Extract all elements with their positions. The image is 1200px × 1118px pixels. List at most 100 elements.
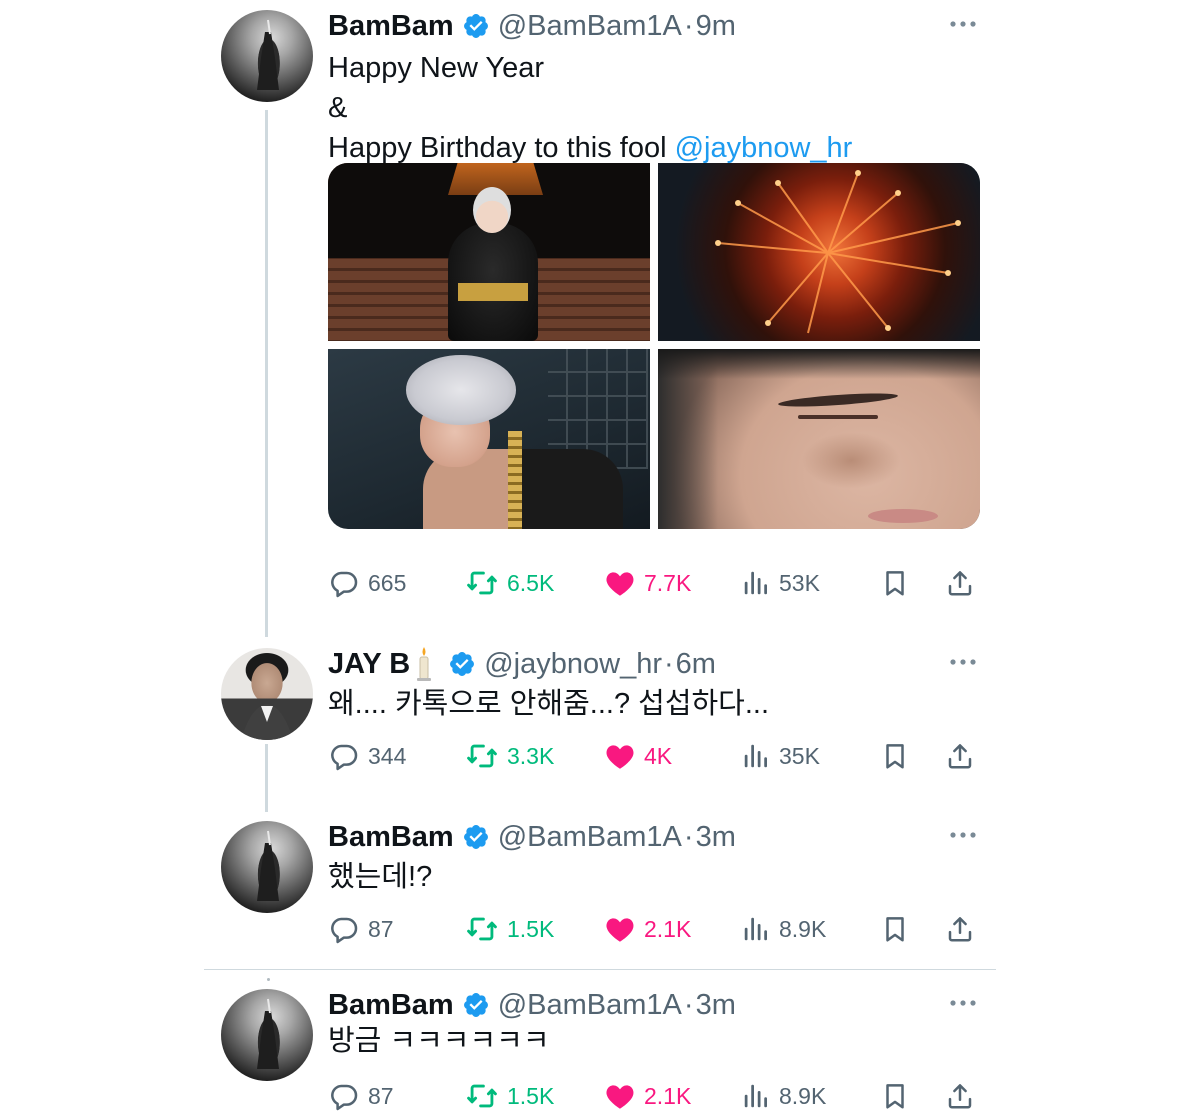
display-name[interactable]: JAY B bbox=[328, 648, 410, 681]
tweet-header: BamBam @BamBam1A · 3m bbox=[328, 815, 736, 859]
more-options-icon[interactable] bbox=[946, 14, 980, 34]
timestamp[interactable]: 3m bbox=[696, 821, 736, 854]
more-options-icon[interactable] bbox=[946, 825, 980, 845]
views-count: 8.9K bbox=[779, 915, 827, 942]
user-handle[interactable]: @jaybnow_hr bbox=[484, 648, 662, 681]
bookmark-icon bbox=[880, 741, 910, 771]
tweet-text-line: & bbox=[328, 92, 348, 124]
media-photo[interactable] bbox=[658, 163, 980, 341]
verified-badge-icon bbox=[448, 650, 476, 678]
bookmark-button[interactable] bbox=[880, 739, 910, 773]
bookmark-icon bbox=[880, 1081, 910, 1111]
retweet-button[interactable]: 6.5K bbox=[465, 566, 554, 600]
display-name[interactable]: BamBam bbox=[328, 821, 454, 854]
candle-icon bbox=[417, 647, 432, 681]
heart-icon bbox=[604, 740, 636, 772]
reply-icon bbox=[328, 913, 360, 945]
mention-link[interactable]: @jaybnow_hr bbox=[675, 132, 853, 164]
heart-icon bbox=[604, 567, 636, 599]
share-icon bbox=[945, 1081, 975, 1111]
user-handle[interactable]: @BamBam1A bbox=[498, 10, 682, 43]
action-bar: 665 6.5K 7.7K 53K bbox=[328, 566, 980, 600]
reply-icon bbox=[328, 1080, 360, 1112]
display-name[interactable]: BamBam bbox=[328, 10, 454, 43]
verified-badge-icon bbox=[462, 991, 490, 1019]
avatar[interactable] bbox=[221, 821, 313, 913]
separator: · bbox=[683, 820, 694, 853]
reply-button[interactable]: 87 bbox=[328, 1079, 394, 1113]
reply-button[interactable]: 344 bbox=[328, 739, 406, 773]
action-bar: 87 1.5K 2.1K 8.9K bbox=[328, 1079, 980, 1113]
bookmark-button[interactable] bbox=[880, 1079, 910, 1113]
like-button[interactable]: 2.1K bbox=[604, 912, 691, 946]
thread-dot bbox=[267, 978, 270, 981]
share-button[interactable] bbox=[945, 739, 975, 773]
retweet-count: 1.5K bbox=[507, 1082, 555, 1109]
views-icon bbox=[741, 568, 771, 598]
user-handle[interactable]: @BamBam1A bbox=[498, 821, 682, 854]
action-bar: 344 3.3K 4K 35K bbox=[328, 739, 980, 773]
bookmark-icon bbox=[880, 568, 910, 598]
separator: · bbox=[664, 647, 674, 680]
views-button[interactable]: 8.9K bbox=[741, 912, 826, 946]
media-photo[interactable] bbox=[328, 163, 650, 341]
avatar[interactable] bbox=[221, 648, 313, 740]
views-icon bbox=[741, 1081, 771, 1111]
reply-icon bbox=[328, 740, 360, 772]
like-count: 4K bbox=[644, 742, 673, 769]
tweet-header: JAY B @jaybnow_hr · 6m bbox=[328, 642, 716, 686]
media-grid bbox=[328, 163, 980, 529]
views-icon bbox=[741, 741, 771, 771]
media-photo[interactable] bbox=[328, 349, 650, 529]
timestamp[interactable]: 3m bbox=[696, 989, 736, 1022]
retweet-button[interactable]: 3.3K bbox=[465, 739, 554, 773]
tweet-text: 했는데!? bbox=[328, 861, 433, 893]
retweet-icon bbox=[465, 739, 499, 773]
like-button[interactable]: 2.1K bbox=[604, 1079, 691, 1113]
reply-button[interactable]: 665 bbox=[328, 566, 406, 600]
reply-button[interactable]: 87 bbox=[328, 912, 394, 946]
reply-count: 665 bbox=[368, 569, 407, 596]
separator: · bbox=[683, 9, 694, 42]
more-options-icon[interactable] bbox=[946, 993, 980, 1013]
like-count: 7.7K bbox=[644, 569, 692, 596]
share-button[interactable] bbox=[945, 566, 975, 600]
views-button[interactable]: 8.9K bbox=[741, 1079, 826, 1113]
separator: · bbox=[683, 988, 694, 1021]
media-photo[interactable] bbox=[658, 349, 980, 529]
timestamp[interactable]: 6m bbox=[676, 648, 716, 681]
retweet-count: 6.5K bbox=[507, 569, 555, 596]
tweet-text-line: Happy New Year bbox=[328, 52, 545, 84]
thread-connector-line bbox=[265, 110, 268, 637]
views-count: 53K bbox=[779, 569, 820, 596]
reply-count: 87 bbox=[368, 915, 394, 942]
share-button[interactable] bbox=[945, 912, 975, 946]
user-handle[interactable]: @BamBam1A bbox=[498, 989, 682, 1022]
more-options-icon[interactable] bbox=[946, 652, 980, 672]
tweet-text: 방금 ㅋㅋㅋㅋㅋㅋ bbox=[328, 1025, 550, 1057]
avatar[interactable] bbox=[221, 10, 313, 102]
retweet-count: 1.5K bbox=[507, 915, 555, 942]
heart-icon bbox=[604, 913, 636, 945]
share-icon bbox=[945, 568, 975, 598]
bookmark-button[interactable] bbox=[880, 566, 910, 600]
timestamp[interactable]: 9m bbox=[696, 10, 736, 43]
bookmark-button[interactable] bbox=[880, 912, 910, 946]
tweet-header: BamBam @BamBam1A · 9m bbox=[328, 4, 736, 48]
views-button[interactable]: 53K bbox=[741, 566, 820, 600]
reply-count: 344 bbox=[368, 742, 407, 769]
share-button[interactable] bbox=[945, 1079, 975, 1113]
verified-badge-icon bbox=[462, 12, 490, 40]
like-button[interactable]: 4K bbox=[604, 739, 672, 773]
views-count: 35K bbox=[779, 742, 820, 769]
avatar[interactable] bbox=[221, 989, 313, 1081]
retweet-button[interactable]: 1.5K bbox=[465, 1079, 554, 1113]
retweet-icon bbox=[465, 912, 499, 946]
retweet-count: 3.3K bbox=[507, 742, 555, 769]
tweet-text: 왜.... 카톡으로 안해줌...? 섭섭하다... bbox=[328, 688, 770, 720]
display-name[interactable]: BamBam bbox=[328, 989, 454, 1022]
retweet-button[interactable]: 1.5K bbox=[465, 912, 554, 946]
retweet-icon bbox=[465, 566, 499, 600]
like-button[interactable]: 7.7K bbox=[604, 566, 691, 600]
views-button[interactable]: 35K bbox=[741, 739, 820, 773]
